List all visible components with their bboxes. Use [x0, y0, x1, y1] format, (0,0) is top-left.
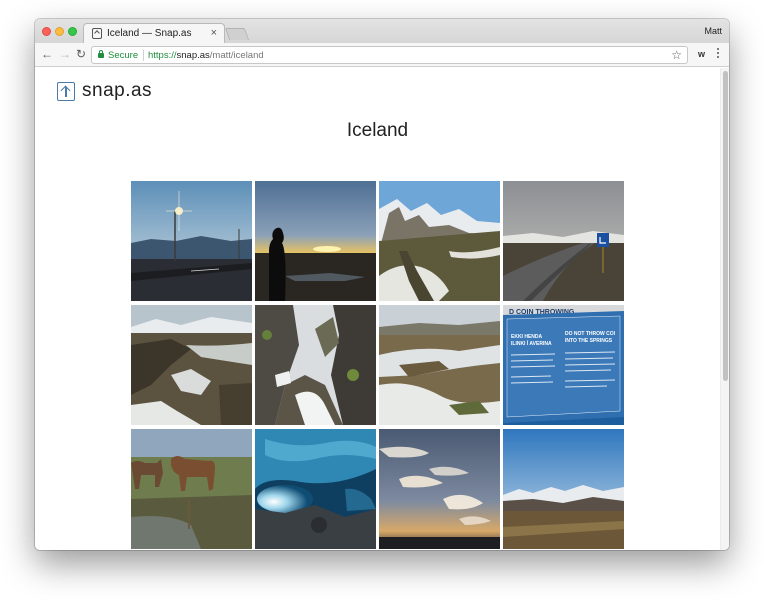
tab-title: Iceland — Snap.as: [107, 28, 192, 39]
url-text[interactable]: https://snap.as/matt/iceland: [148, 50, 264, 61]
photo-snowy-field[interactable]: [379, 305, 500, 425]
page-scrollbar[interactable]: [720, 68, 729, 550]
sign-left-line-1: EKKI HENDA: [511, 334, 543, 340]
secure-label: Secure: [108, 50, 139, 61]
back-arrow-icon[interactable]: ←: [41, 47, 53, 61]
url-path: /matt/iceland: [209, 50, 264, 61]
bookmark-star-icon[interactable]: ☆: [671, 48, 682, 62]
photo-rift-valley[interactable]: [131, 305, 252, 425]
scrollbar-thumb[interactable]: [723, 71, 728, 381]
photo-snowy-mountains-image: [379, 181, 500, 301]
photo-streetlight-sunset-image: [131, 181, 252, 301]
photo-coin-throwing-sign-image: D COIN THROWING EKKI HENDA ILINKI Í AVER…: [503, 305, 624, 425]
address-bar[interactable]: Secure https://snap.as/matt/iceland ☆: [91, 46, 688, 64]
photo-sunset-clouds-image: [379, 429, 500, 549]
tab-strip: Iceland — Snap.as × Matt: [35, 19, 729, 43]
maximize-window-button[interactable]: [68, 27, 77, 36]
extension-w-icon[interactable]: w: [698, 49, 705, 59]
photo-rift-valley-image: [131, 305, 252, 425]
sign-right-line-1: DO NOT THROW COI: [565, 331, 616, 337]
minimize-window-button[interactable]: [55, 27, 64, 36]
close-window-button[interactable]: [42, 27, 51, 36]
address-separator: [143, 50, 144, 61]
photo-distant-mountains-image: [503, 429, 624, 549]
sign-left-line-2: ILINKI Í AVERINA: [511, 339, 552, 347]
tab-close-icon[interactable]: ×: [211, 27, 217, 39]
photo-rocky-gorge-image: [255, 305, 376, 425]
toolbar: ← → ↻ Secure https://snap.as/matt/icelan…: [35, 43, 729, 67]
photo-coin-throwing-sign[interactable]: D COIN THROWING EKKI HENDA ILINKI Í AVER…: [503, 305, 624, 425]
lock-icon: [98, 50, 104, 58]
reload-icon[interactable]: ↻: [76, 47, 86, 61]
site-logo[interactable]: snap.as: [57, 80, 152, 102]
upload-arrow-icon: [57, 81, 75, 101]
album-title: Iceland: [346, 120, 409, 141]
photo-streetlight-sunset[interactable]: [131, 181, 252, 301]
photo-silhouette-sunset-image: [255, 181, 376, 301]
tab-iceland[interactable]: Iceland — Snap.as ×: [83, 23, 225, 43]
new-tab-button[interactable]: [224, 28, 250, 40]
profile-name[interactable]: Matt: [704, 26, 722, 36]
photo-ice-cave[interactable]: [255, 429, 376, 549]
photo-rocky-gorge[interactable]: [255, 305, 376, 425]
url-scheme: https://: [148, 50, 177, 61]
photo-road-sign-image: [503, 181, 624, 301]
photo-distant-mountains[interactable]: [503, 429, 624, 549]
photo-snowy-field-image: [379, 305, 500, 425]
url-host: snap.as: [176, 50, 210, 61]
photo-road-sign[interactable]: [503, 181, 624, 301]
browser-menu-icon[interactable]: [717, 48, 719, 58]
browser-window: Iceland — Snap.as × Matt ← → ↻ Secure ht…: [35, 19, 729, 550]
photo-ice-cave-image: [255, 429, 376, 549]
snapas-favicon-icon: [92, 28, 102, 39]
photo-icelandic-horses[interactable]: [131, 429, 252, 549]
sign-right-line-2: INTO THE SPRINGS: [565, 338, 613, 344]
photo-sunset-clouds[interactable]: [379, 429, 500, 549]
logo-text: snap.as: [82, 80, 153, 101]
photo-icelandic-horses-image: [131, 429, 252, 549]
photo-silhouette-sunset[interactable]: [255, 181, 376, 301]
photo-snowy-mountains[interactable]: [379, 181, 500, 301]
forward-arrow-icon[interactable]: →: [59, 47, 71, 61]
page-content: snap.as Iceland D COIN THROWING EKKI HEN…: [35, 68, 729, 550]
